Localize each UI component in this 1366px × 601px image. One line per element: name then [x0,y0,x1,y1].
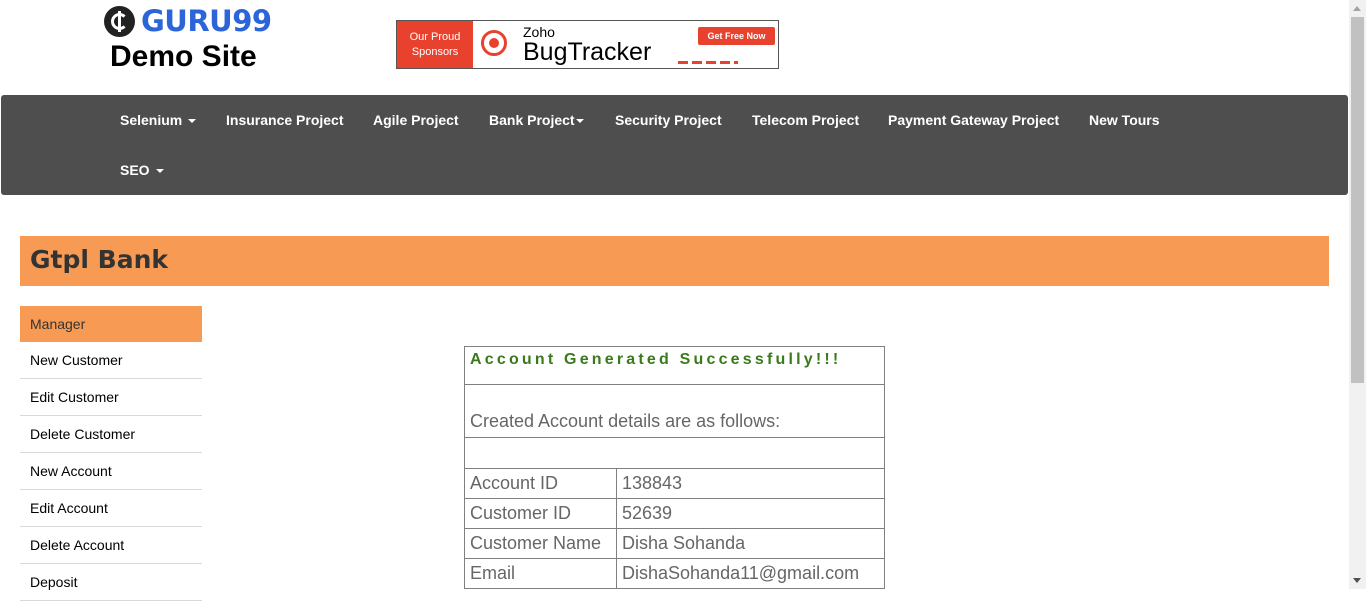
logo-text: GURU99 [141,4,272,38]
nav-insurance-project[interactable]: Insurance Project [226,110,344,130]
main-navbar: Selenium Insurance Project Agile Project… [1,95,1348,195]
nav-new-tours[interactable]: New Tours [1089,110,1160,130]
guru99-logo-icon [104,5,135,37]
sidebar-item-edit-account[interactable]: Edit Account [20,490,202,527]
arrow-decoration [678,61,738,64]
account-id-label: Account ID [464,468,617,499]
success-message: Account Generated Successfully!!! [464,346,885,385]
account-details-table: Account Generated Successfully!!! Create… [464,346,885,589]
get-free-now-button[interactable]: Get Free Now [698,27,775,45]
scroll-thumb[interactable] [1351,17,1364,383]
nav-bank-project[interactable]: Bank Project [489,110,584,130]
email-label: Email [464,558,617,589]
nav-telecom-project[interactable]: Telecom Project [752,110,859,130]
nav-agile-project[interactable]: Agile Project [373,110,459,130]
sidebar-item-delete-account[interactable]: Delete Account [20,527,202,564]
customer-id-label: Customer ID [464,498,617,529]
banner-product: BugTracker [523,37,652,66]
sponsor-label-line1: Our Proud [409,30,461,43]
bank-header: Gtpl Bank [20,236,1329,286]
site-subtitle: Demo Site [110,40,257,73]
customer-name-label: Customer Name [464,528,617,559]
sponsor-label-line2: Sponsors [411,45,459,58]
scroll-up-arrow-icon[interactable] [1353,6,1361,11]
caret-down-icon [188,119,197,124]
table-row: Email DishaSohanda11@gmail.com [464,558,885,589]
table-row: Account ID 138843 [464,468,885,499]
customer-name-value: Disha Sohanda [616,528,885,559]
bug-icon [473,21,517,68]
nav-security-project[interactable]: Security Project [615,110,722,130]
customer-id-value: 52639 [616,498,885,529]
sidebar-item-edit-customer[interactable]: Edit Customer [20,379,202,416]
nav-payment-gateway-project[interactable]: Payment Gateway Project [888,110,1059,130]
table-row: Customer Name Disha Sohanda [464,528,885,559]
caret-down-icon [575,119,584,124]
scroll-down-arrow-icon[interactable] [1353,578,1361,583]
blank-row [464,437,885,469]
sponsor-label: Our Proud Sponsors [397,21,473,68]
banner-zoho: Zoho [523,23,555,40]
sidebar-item-new-customer[interactable]: New Customer [20,342,202,379]
account-id-value: 138843 [616,468,885,499]
table-row: Customer ID 52639 [464,498,885,529]
sidebar-item-delete-customer[interactable]: Delete Customer [20,416,202,453]
sidebar-item-manager[interactable]: Manager [20,306,202,342]
sponsor-banner[interactable]: Our Proud Sponsors Zoho BugTracker Get F… [396,20,779,69]
sidebar-item-new-account[interactable]: New Account [20,453,202,490]
manager-sidebar: Manager New Customer Edit Customer Delet… [20,306,202,601]
page-scrollbar[interactable] [1349,0,1366,589]
bank-title: Gtpl Bank [30,245,168,274]
details-heading: Created Account details are as follows: [464,384,885,438]
caret-down-icon [155,169,164,174]
email-value: DishaSohanda11@gmail.com [616,558,885,589]
nav-seo[interactable]: SEO [120,160,164,180]
guru99-logo[interactable]: GURU99 Demo Site [104,4,284,74]
sidebar-item-deposit[interactable]: Deposit [20,564,202,601]
nav-selenium[interactable]: Selenium [120,110,197,130]
